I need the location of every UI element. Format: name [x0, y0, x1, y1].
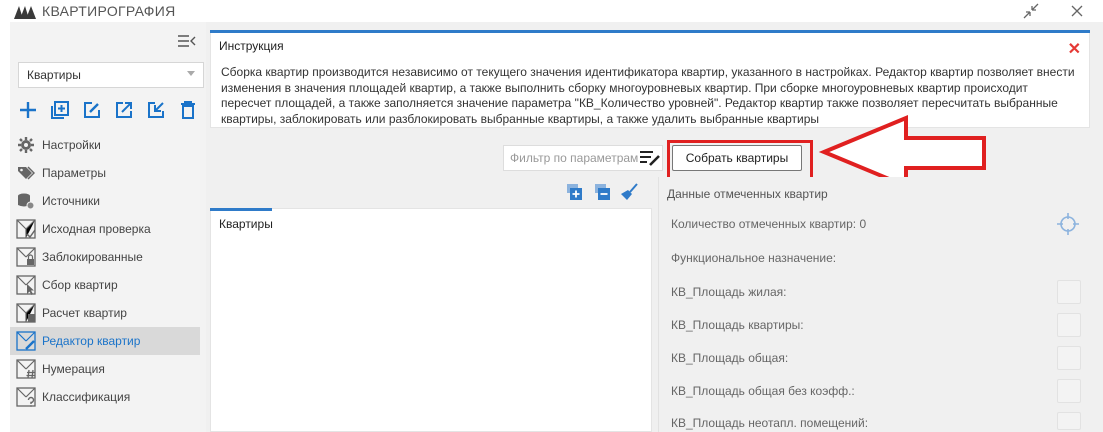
collapse-menu-icon[interactable] [178, 34, 196, 48]
import-button[interactable] [144, 98, 168, 122]
sidebar-item-label: Исходная проверка [42, 222, 151, 236]
param-value-field[interactable] [1057, 313, 1081, 337]
instruction-line: изменения в значения площадей квартир, а… [221, 80, 1028, 95]
param-label: КВ_Площадь общая: [671, 351, 789, 365]
trash-icon [181, 101, 195, 119]
selected-apartments-data-panel: Данные отмеченных квартир Количество отм… [658, 177, 1092, 432]
database-gear-icon [18, 193, 35, 210]
functional-purpose-label: Функциональное назначение: [671, 251, 837, 265]
sidebar-item-label: Параметры [42, 166, 106, 180]
collect-apartments-button[interactable]: Собрать квартиры [672, 145, 802, 171]
data-panel-title: Данные отмеченных квартир [667, 187, 828, 201]
sidebar-toolbar [16, 98, 200, 122]
tags-icon [18, 166, 35, 180]
filter-placeholder: Фильтр по параметрам [510, 151, 639, 165]
add-to-list-button[interactable] [562, 182, 584, 202]
remove-from-list-button[interactable] [590, 182, 612, 202]
sidebar-item-label: Редактор квартир [42, 334, 141, 348]
param-value-field[interactable] [1057, 280, 1081, 304]
instruction-accent-bar [210, 30, 1090, 33]
sidebar: Квартиры Настройки Параметры Источники И… [10, 22, 206, 432]
instruction-line: пересчет площадей, а также заполняется з… [221, 96, 1058, 110]
plus-icon [20, 102, 36, 118]
apartments-list-panel[interactable]: Квартиры [210, 208, 652, 432]
selected-count-label: Количество отмеченных квартир: 0 [671, 217, 867, 231]
crosshair-target-icon[interactable] [1057, 213, 1079, 235]
apartments-list-title: Квартиры [219, 217, 273, 231]
sidebar-item-calculate-apartments[interactable]: Расчет квартир [10, 299, 206, 327]
layers-plus-icon [567, 184, 582, 200]
filter-edit-icon[interactable] [639, 149, 661, 167]
edit-icon [84, 102, 100, 118]
delete-button[interactable] [176, 98, 200, 122]
copy-plus-icon [51, 101, 69, 119]
close-icon [1071, 5, 1083, 17]
sidebar-nav: Настройки Параметры Источники Исходная п… [10, 131, 206, 411]
sidebar-item-settings[interactable]: Настройки [10, 131, 206, 159]
list-accent-bar [210, 208, 272, 211]
param-label: КВ_Площадь квартиры: [671, 318, 804, 332]
export-icon [116, 102, 132, 118]
collapse-arrows-icon [1023, 3, 1039, 19]
param-value-field[interactable] [1057, 379, 1081, 403]
plan-check-icon [16, 219, 36, 239]
sidebar-item-label: Расчет квартир [42, 306, 127, 320]
sidebar-item-label: Классификация [42, 390, 131, 404]
layers-minus-icon [595, 184, 610, 200]
plan-question-icon [16, 387, 36, 407]
sidebar-item-apartment-editor[interactable]: Редактор квартир [10, 327, 200, 355]
export-button[interactable] [112, 98, 136, 122]
sidebar-item-numbering[interactable]: Нумерация [10, 355, 206, 383]
param-value-field[interactable] [1057, 412, 1081, 430]
minimize-window-button[interactable] [1016, 0, 1046, 22]
param-label: КВ_Площадь жилая: [671, 285, 787, 299]
sidebar-item-collect-apartments[interactable]: Сбор квартир [10, 271, 206, 299]
title-bar: КВАРТИРОГРАФИЯ [0, 0, 1103, 22]
sidebar-item-label: Заблокированные [42, 250, 143, 264]
plan-cursor-icon [16, 275, 36, 295]
clear-list-button[interactable] [618, 182, 640, 202]
param-label: КВ_Площадь общая без коэфф.: [671, 384, 855, 398]
sidebar-item-label: Нумерация [42, 362, 105, 376]
plan-hash-icon [16, 359, 36, 379]
close-instruction-button[interactable]: ✕ [1068, 39, 1081, 59]
mode-dropdown[interactable]: Квартиры [18, 62, 204, 88]
instruction-line: Сборка квартир производится независимо о… [221, 65, 1075, 79]
app-title: КВАРТИРОГРАФИЯ [42, 3, 176, 19]
add-copy-button[interactable] [48, 98, 72, 122]
param-value-field[interactable] [1057, 346, 1081, 370]
plan-calc-icon [16, 303, 36, 323]
instruction-title: Инструкция [219, 39, 284, 53]
gear-icon [18, 137, 34, 153]
plan-lock-icon [16, 247, 36, 267]
list-toolbar [562, 182, 640, 202]
close-window-button[interactable] [1062, 0, 1092, 22]
sidebar-item-label: Сбор квартир [42, 278, 118, 292]
main-panel: Инструкция ✕ Сборка квартир производится… [206, 22, 1103, 432]
sidebar-item-sources[interactable]: Источники [10, 187, 206, 215]
chevron-down-icon [187, 71, 195, 76]
app-logo-icon [14, 6, 36, 19]
sidebar-item-locked[interactable]: Заблокированные [10, 243, 206, 271]
param-label: КВ_Площадь неотапл. помещений: [671, 416, 869, 430]
broom-icon [621, 183, 638, 200]
add-button[interactable] [16, 98, 40, 122]
import-icon [148, 102, 164, 118]
sidebar-item-parameters[interactable]: Параметры [10, 159, 206, 187]
mode-dropdown-value: Квартиры [27, 68, 81, 82]
plan-edit-icon [16, 331, 36, 351]
edit-button[interactable] [80, 98, 104, 122]
sidebar-item-label: Источники [42, 194, 100, 208]
sidebar-item-label: Настройки [42, 138, 101, 152]
sidebar-item-classification[interactable]: Классификация [10, 383, 206, 411]
sidebar-item-initial-check[interactable]: Исходная проверка [10, 215, 206, 243]
